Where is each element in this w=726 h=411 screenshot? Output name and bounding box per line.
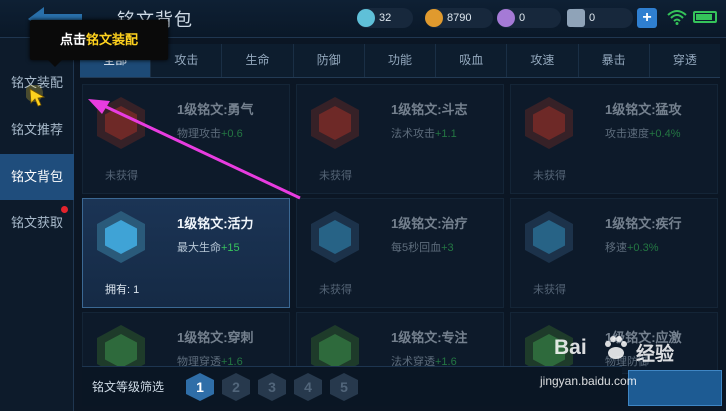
watermark-url: jingyan.baidu.com — [540, 374, 637, 388]
level-filter-1[interactable]: 1 — [186, 373, 214, 401]
inscription-name: 1级铭文:治疗 — [391, 216, 468, 231]
gold-coin-icon — [425, 9, 443, 27]
diamond-icon — [357, 9, 375, 27]
inscription-name: 1级铭文:专注 — [391, 330, 468, 345]
inscription-attribute: 每5秒回血+3 — [391, 242, 454, 254]
tooltip-highlight: 铭文装配 — [86, 32, 139, 47]
tab-critical[interactable]: 暴击 — [579, 44, 650, 77]
inscription-attribute: 法术攻击+1.1 — [391, 128, 457, 140]
inscription-card[interactable]: 1级铭文:专注 法术穿透+1.6 — [296, 312, 504, 377]
baidu-paw-icon — [605, 336, 627, 359]
annotation-arrow-icon — [88, 99, 301, 200]
watermark-logo: Bai — [554, 336, 587, 359]
inscription-card[interactable]: 1级铭文:穿刺 物理穿透+1.6 — [82, 312, 290, 377]
tooltip-prefix: 点击 — [59, 32, 86, 47]
battery-icon — [693, 11, 717, 23]
category-tabs: 全部 攻击 生命 防御 功能 吸血 攻速 暴击 穿透 — [80, 44, 720, 78]
tab-attack-speed[interactable]: 攻速 — [507, 44, 579, 77]
cursor-pointer-icon — [26, 85, 46, 107]
inscription-status: 未获得 — [319, 170, 352, 182]
inscription-emblem-icon — [525, 211, 573, 263]
fragment-counter: 0 — [567, 8, 633, 28]
level-filter-5[interactable]: 5 — [330, 373, 358, 401]
inscription-name: 1级铭文:猛攻 — [605, 102, 682, 117]
level-filter-2[interactable]: 2 — [222, 373, 250, 401]
tutorial-tooltip: 点击铭文装配 — [30, 20, 168, 67]
sidebar-item-inscription-bag[interactable]: 铭文背包 — [0, 154, 74, 200]
inscription-name: 1级铭文:穿刺 — [177, 330, 254, 345]
level-filter-3[interactable]: 3 — [258, 373, 286, 401]
inscription-card-owned[interactable]: 1级铭文:活力 最大生命+15 拥有: 1 — [82, 198, 290, 308]
inscription-status: 未获得 — [319, 284, 352, 296]
crystal-value: 0 — [519, 12, 526, 24]
inscription-emblem-icon — [311, 211, 359, 263]
wifi-icon — [667, 10, 687, 25]
diamond-value: 32 — [379, 12, 392, 24]
sidebar-item-label: 铭文获取 — [10, 215, 63, 230]
tab-health[interactable]: 生命 — [222, 44, 294, 77]
level-filter-label: 铭文等级筛选 — [92, 380, 165, 394]
fragment-value: 0 — [589, 12, 596, 24]
inscription-card[interactable]: 1级铭文:斗志 法术攻击+1.1 未获得 — [296, 84, 504, 194]
inscription-status: 未获得 — [533, 284, 566, 296]
inscription-status: 拥有: 1 — [105, 284, 140, 296]
inscription-name: 1级铭文:疾行 — [605, 216, 682, 231]
inscription-fragment-icon — [567, 9, 585, 27]
tab-lifesteal[interactable]: 吸血 — [436, 44, 508, 77]
inscription-emblem-icon — [525, 97, 573, 149]
inscription-card[interactable]: 1级铭文:猛攻 攻击速度+0.4% 未获得 — [510, 84, 718, 194]
inscription-attribute: 移速+0.3% — [605, 242, 659, 254]
inscription-emblem-icon — [97, 211, 145, 263]
inscription-attribute: 最大生命+15 — [177, 242, 240, 254]
inscription-status: 未获得 — [533, 170, 566, 182]
inscription-card[interactable]: 1级铭文:疾行 移速+0.3% 未获得 — [510, 198, 718, 308]
inscription-name: 1级铭文:斗志 — [391, 102, 468, 117]
sidebar-item-inscription-recommend[interactable]: 铭文推荐 — [0, 107, 74, 153]
watermark-suffix: 经验 — [636, 344, 675, 365]
level-filter-4[interactable]: 4 — [294, 373, 322, 401]
purple-crystal-icon — [497, 9, 515, 27]
recharge-plus-button[interactable]: + — [637, 8, 657, 28]
gold-value: 8790 — [447, 12, 472, 24]
diamond-counter: 32 — [357, 8, 413, 28]
notification-dot — [61, 206, 68, 213]
inscription-emblem-icon — [311, 97, 359, 149]
tab-utility[interactable]: 功能 — [365, 44, 437, 77]
inscription-attribute: 攻击速度+0.4% — [605, 128, 681, 140]
baidu-watermark: Bai 经验 jingyan.baidu.com — [540, 334, 720, 404]
inscription-card[interactable]: 1级铭文:治疗 每5秒回血+3 未获得 — [296, 198, 504, 308]
sidebar-item-inscription-obtain[interactable]: 铭文获取 — [0, 200, 74, 246]
crystal-counter: 0 — [497, 8, 561, 28]
tab-penetration[interactable]: 穿透 — [650, 44, 720, 77]
gold-counter: 8790 — [425, 8, 493, 28]
inscription-name: 1级铭文:活力 — [177, 216, 254, 231]
tab-defense[interactable]: 防御 — [294, 44, 365, 77]
